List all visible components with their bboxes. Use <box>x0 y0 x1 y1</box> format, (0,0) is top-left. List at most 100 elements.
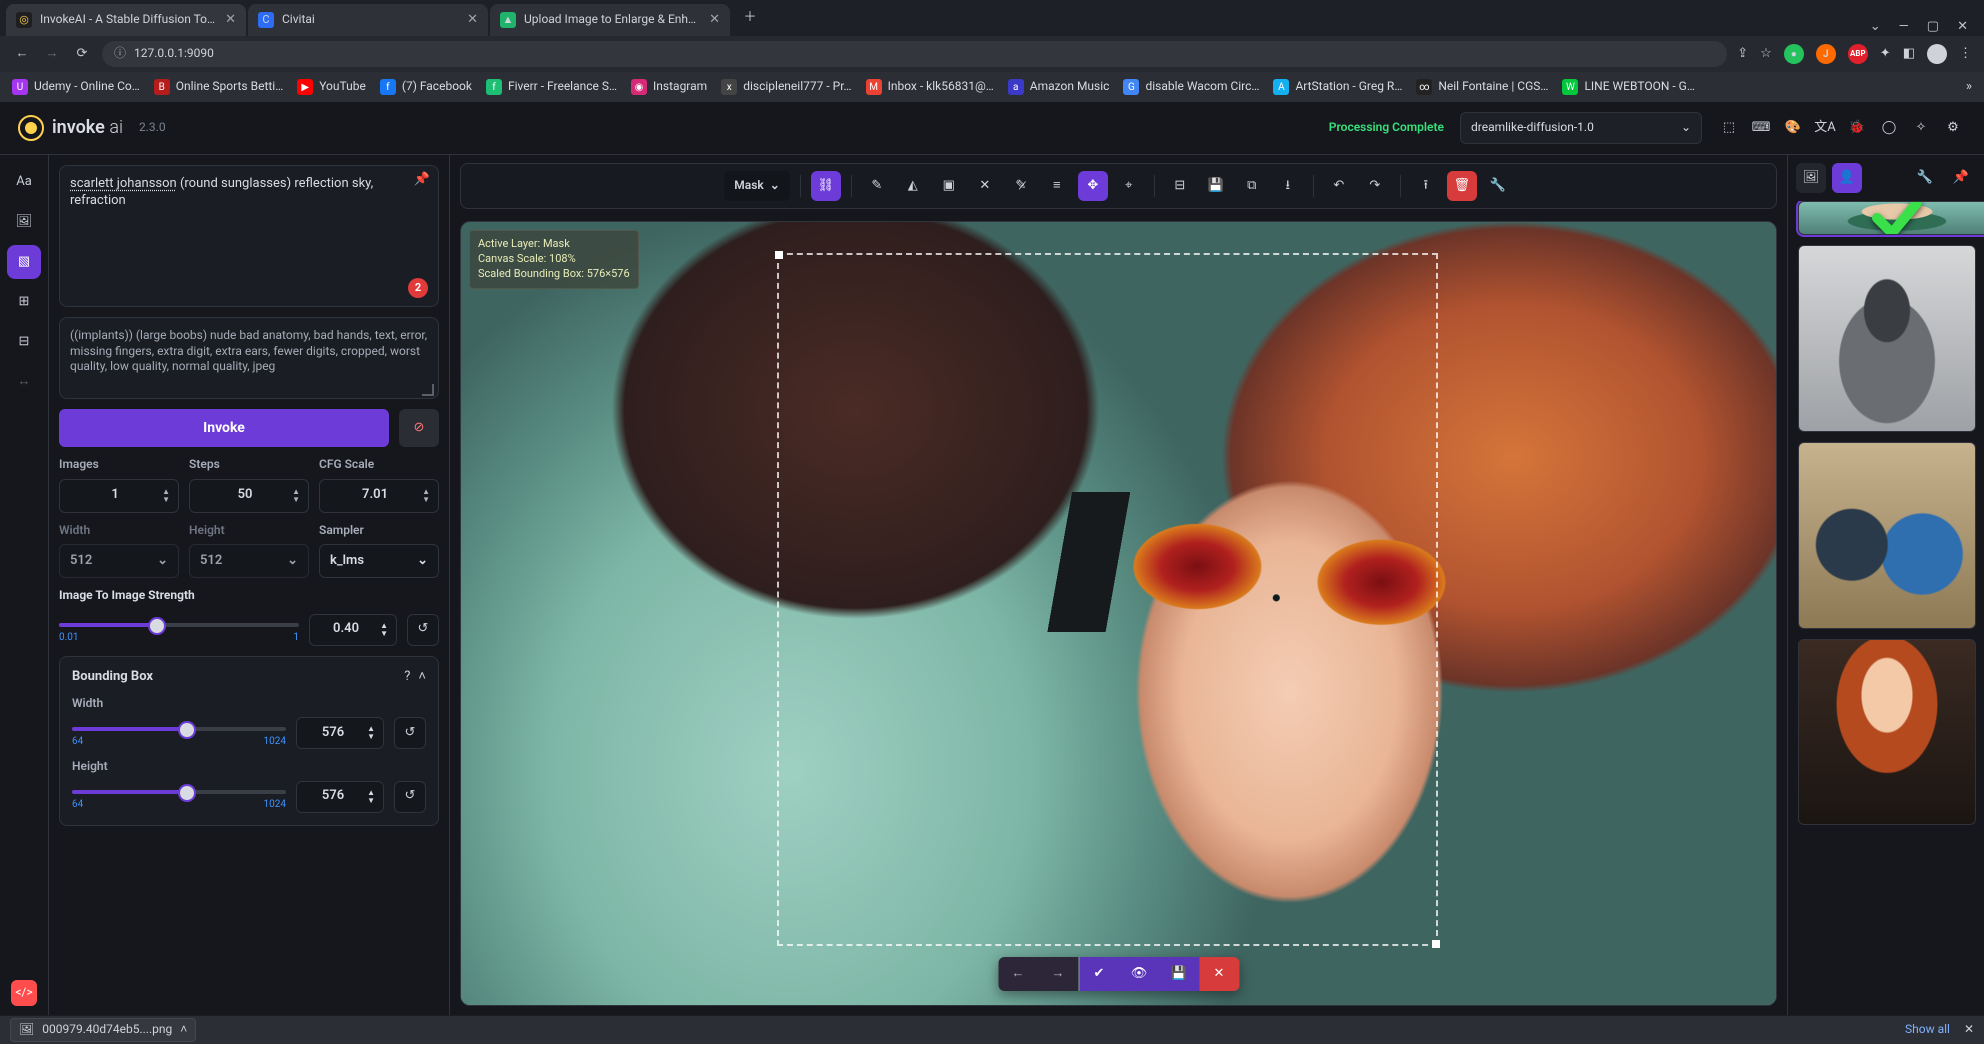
save-staging-icon[interactable]: 💾 <box>1159 957 1199 991</box>
bookmark-item[interactable]: AArtStation - Greg R… <box>1273 79 1402 95</box>
sidepanel-icon[interactable]: ◧ <box>1903 46 1915 63</box>
bounding-box-overlay[interactable] <box>777 253 1439 946</box>
spinner-icons[interactable]: ▲▼ <box>380 622 388 638</box>
bookmark-item[interactable]: UUdemy - Online Co… <box>12 79 140 95</box>
bookmark-item[interactable]: aAmazon Music <box>1008 79 1110 95</box>
download-icon[interactable]: ⭳ <box>1273 171 1303 201</box>
menu-icon[interactable]: ⋮ <box>1959 46 1972 63</box>
browser-tab-1[interactable]: C Civitai ✕ <box>248 4 488 36</box>
bbox-width-slider[interactable] <box>72 719 286 737</box>
target-icon[interactable]: ⌖ <box>1114 171 1144 201</box>
github-icon[interactable]: ◯ <box>1876 115 1902 141</box>
bookmark-item[interactable]: ▶YouTube <box>297 79 366 95</box>
bookmark-item[interactable]: WLINE WEBTOON - G… <box>1562 79 1694 95</box>
brush-icon[interactable]: ✎ <box>862 171 892 201</box>
url-input[interactable]: ⓘ 127.0.0.1:9090 <box>102 41 1727 67</box>
gear-icon[interactable]: ⚙ <box>1940 115 1966 141</box>
negative-prompt[interactable]: ((implants)) (large boobs) nude bad anat… <box>59 317 439 399</box>
width-select[interactable]: 512⌄ <box>59 544 179 578</box>
bbox-height-input[interactable]: 576▲▼ <box>296 781 384 813</box>
language-icon[interactable]: 文A <box>1812 115 1838 141</box>
keyboard-icon[interactable]: ⌨ <box>1748 115 1774 141</box>
close-icon[interactable]: ✕ <box>225 12 236 29</box>
extension-orange-icon[interactable]: J <box>1816 44 1836 64</box>
rail-training-icon[interactable]: ↔ <box>7 365 41 399</box>
clear-mask-icon[interactable]: ✕ <box>970 171 1000 201</box>
forward-icon[interactable]: → <box>42 46 62 63</box>
pin-icon[interactable]: 📌 <box>1946 163 1976 193</box>
spinner-icons[interactable]: ▲▼ <box>422 488 430 504</box>
invoke-button[interactable]: Invoke <box>59 409 389 447</box>
profile-avatar-icon[interactable] <box>1927 44 1947 64</box>
images-input[interactable]: 1▲▼ <box>59 479 179 513</box>
gallery-thumb[interactable] <box>1798 442 1976 629</box>
download-item[interactable]: 🖼 000979.40d74eb5....png ˄ <box>10 1018 196 1042</box>
maximize-icon[interactable]: ▢ <box>1927 19 1939 36</box>
chevron-up-icon[interactable]: ˄ <box>418 669 426 686</box>
close-icon[interactable]: ✕ <box>467 12 478 29</box>
bookmark-icon[interactable]: ☆ <box>1760 46 1772 63</box>
i2i-slider[interactable] <box>59 615 299 633</box>
adblock-icon[interactable]: ABP <box>1848 44 1868 64</box>
wrench-icon[interactable]: 🔧 <box>1910 163 1940 193</box>
pin-icon[interactable]: 📌 <box>414 172 430 189</box>
close-shelf-icon[interactable]: ✕ <box>1964 1022 1974 1038</box>
gallery-thumb[interactable] <box>1798 201 1984 235</box>
gallery-thumb[interactable] <box>1798 245 1976 432</box>
chevron-up-icon[interactable]: ˄ <box>180 1022 187 1038</box>
height-select[interactable]: 512⌄ <box>189 544 309 578</box>
show-hide-icon[interactable]: 👁 <box>1119 957 1159 991</box>
prev-icon[interactable]: ← <box>998 957 1038 991</box>
reset-icon[interactable]: ↺ <box>394 717 426 749</box>
bbox-width-input[interactable]: 576▲▼ <box>296 717 384 749</box>
close-icon[interactable]: ✕ <box>709 12 720 29</box>
lines-icon[interactable]: ≡ <box>1042 171 1072 201</box>
sampler-select[interactable]: k_lms⌄ <box>319 544 439 578</box>
browser-tab-0[interactable]: ◎ InvokeAI - A Stable Diffusion To… ✕ <box>6 4 246 36</box>
bookmark-item[interactable]: Gdisable Wacom Circ… <box>1123 79 1259 95</box>
copy-icon[interactable]: ⧉ <box>1237 171 1267 201</box>
share-icon[interactable]: ⇪ <box>1737 46 1748 63</box>
reset-icon[interactable]: ↺ <box>407 614 439 646</box>
discord-icon[interactable]: ✧ <box>1908 115 1934 141</box>
gallery-tab-images-icon[interactable]: 🖼 <box>1796 163 1826 193</box>
layer-select[interactable]: Mask ⌄ <box>724 171 790 201</box>
bookmark-item[interactable]: MInbox - klk56831@… <box>866 79 994 95</box>
chevron-down-icon[interactable]: ⌄ <box>1870 19 1881 36</box>
spinner-icons[interactable]: ▲▼ <box>292 488 300 504</box>
extensions-icon[interactable]: ✦ <box>1880 46 1891 63</box>
eraser-icon[interactable]: ◭ <box>898 171 928 201</box>
redo-icon[interactable]: ↷ <box>1360 171 1390 201</box>
discard-icon[interactable]: ✕ <box>1199 957 1239 991</box>
steps-input[interactable]: 50▲▼ <box>189 479 309 513</box>
next-icon[interactable]: → <box>1038 957 1078 991</box>
close-window-icon[interactable]: ✕ <box>1957 19 1968 36</box>
help-icon[interactable]: ? <box>404 669 410 686</box>
move-icon[interactable]: ✥ <box>1078 171 1108 201</box>
positive-prompt[interactable]: 📌 scarlett johansson (round sunglasses) … <box>59 165 439 307</box>
rail-nodes-icon[interactable]: ⊞ <box>7 285 41 319</box>
reload-icon[interactable]: ⟳ <box>72 46 92 63</box>
gallery-thumb[interactable] <box>1798 639 1976 826</box>
bookmark-item[interactable]: BOnline Sports Betti… <box>154 79 283 95</box>
undo-icon[interactable]: ↶ <box>1324 171 1354 201</box>
bookmark-item[interactable]: f(7) Facebook <box>380 79 472 95</box>
fill-icon[interactable]: ▣ <box>934 171 964 201</box>
cfg-input[interactable]: 7.01▲▼ <box>319 479 439 513</box>
gallery-tab-user-icon[interactable]: 👤 <box>1832 163 1862 193</box>
link-icon[interactable]: ⛓ <box>811 171 841 201</box>
bookmark-item[interactable]: fFiverr - Freelance S… <box>486 79 617 95</box>
reset-icon[interactable]: ↺ <box>394 781 426 813</box>
upload-icon[interactable]: ⭱ <box>1411 171 1441 201</box>
model-select[interactable]: dreamlike-diffusion-1.0 ⌄ <box>1460 112 1702 144</box>
dev-console-icon[interactable]: </> <box>11 980 37 1006</box>
resize-handle-icon[interactable] <box>422 384 434 396</box>
new-tab-button[interactable]: ＋ <box>736 4 764 32</box>
bookmark-overflow-icon[interactable]: » <box>1966 79 1972 96</box>
extension-green-icon[interactable]: ● <box>1784 44 1804 64</box>
save-icon[interactable]: 💾 <box>1201 171 1231 201</box>
merge-icon[interactable]: ⊟ <box>1165 171 1195 201</box>
browser-tab-2[interactable]: ▲ Upload Image to Enlarge & Enh… ✕ <box>490 4 730 36</box>
i2i-input[interactable]: 0.40▲▼ <box>309 614 397 646</box>
cube-icon[interactable]: ⬚ <box>1716 115 1742 141</box>
